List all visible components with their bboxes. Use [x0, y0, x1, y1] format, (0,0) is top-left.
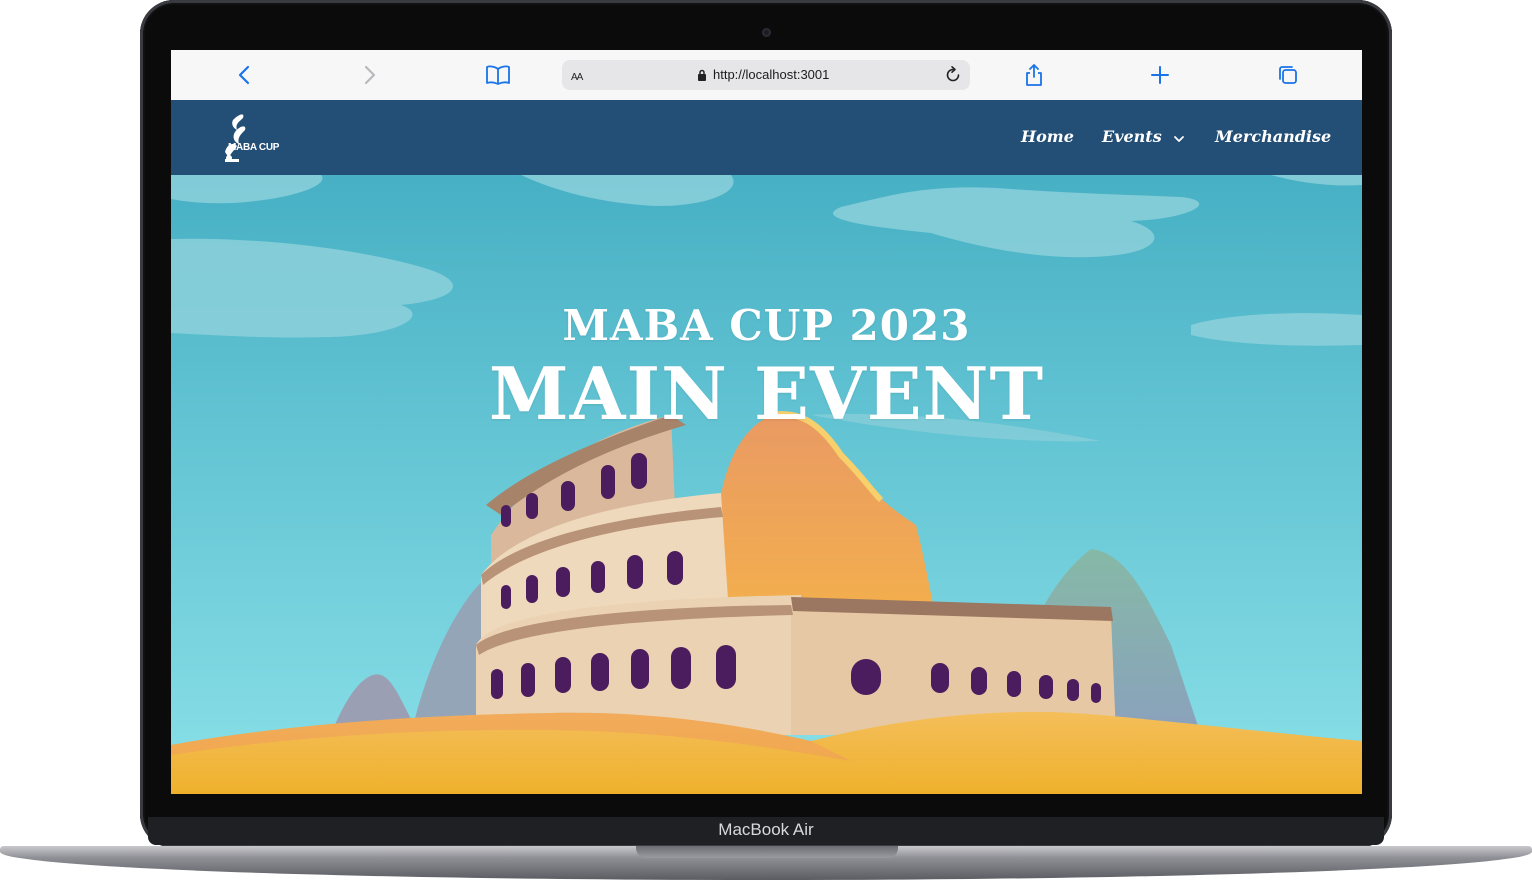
colosseum-illustration [171, 175, 1362, 794]
site-navbar: MABA CUP Home Events Merchandise [171, 100, 1362, 175]
lock-icon [697, 69, 707, 87]
tabs-icon[interactable] [1275, 62, 1301, 88]
hero-title: MAIN EVENT [488, 351, 1045, 436]
nav-merchandise[interactable]: Merchandise [1215, 127, 1331, 146]
hero-banner: MABA CUP 2023 MAIN EVENT [171, 175, 1362, 794]
camera [762, 28, 771, 37]
model-label: MacBook Air [718, 820, 814, 839]
address-bar[interactable]: AA http://localhost:3001 [562, 60, 970, 90]
laptop-notch [636, 846, 898, 858]
bookmarks-icon[interactable] [485, 62, 511, 88]
screen: AA http://localhost:3001 MABA CUP Home E… [171, 50, 1362, 794]
url-text: http://localhost:3001 [713, 67, 830, 82]
hero-subtitle: MABA CUP 2023 [562, 301, 971, 350]
back-icon[interactable] [231, 62, 257, 88]
logo-text: MABA CUP [228, 142, 280, 153]
browser-toolbar: AA http://localhost:3001 [171, 50, 1362, 101]
nav-events-label: Events [1102, 127, 1162, 146]
text-size-button[interactable]: AA [571, 68, 583, 83]
new-tab-icon[interactable] [1147, 62, 1173, 88]
site-logo[interactable] [219, 112, 283, 166]
chevron-down-icon [1173, 128, 1185, 147]
forward-icon[interactable] [357, 62, 383, 88]
share-icon[interactable] [1021, 62, 1047, 88]
nav-events[interactable]: Events [1102, 127, 1185, 147]
nav-home[interactable]: Home [1021, 127, 1074, 146]
reload-icon[interactable] [943, 65, 963, 90]
